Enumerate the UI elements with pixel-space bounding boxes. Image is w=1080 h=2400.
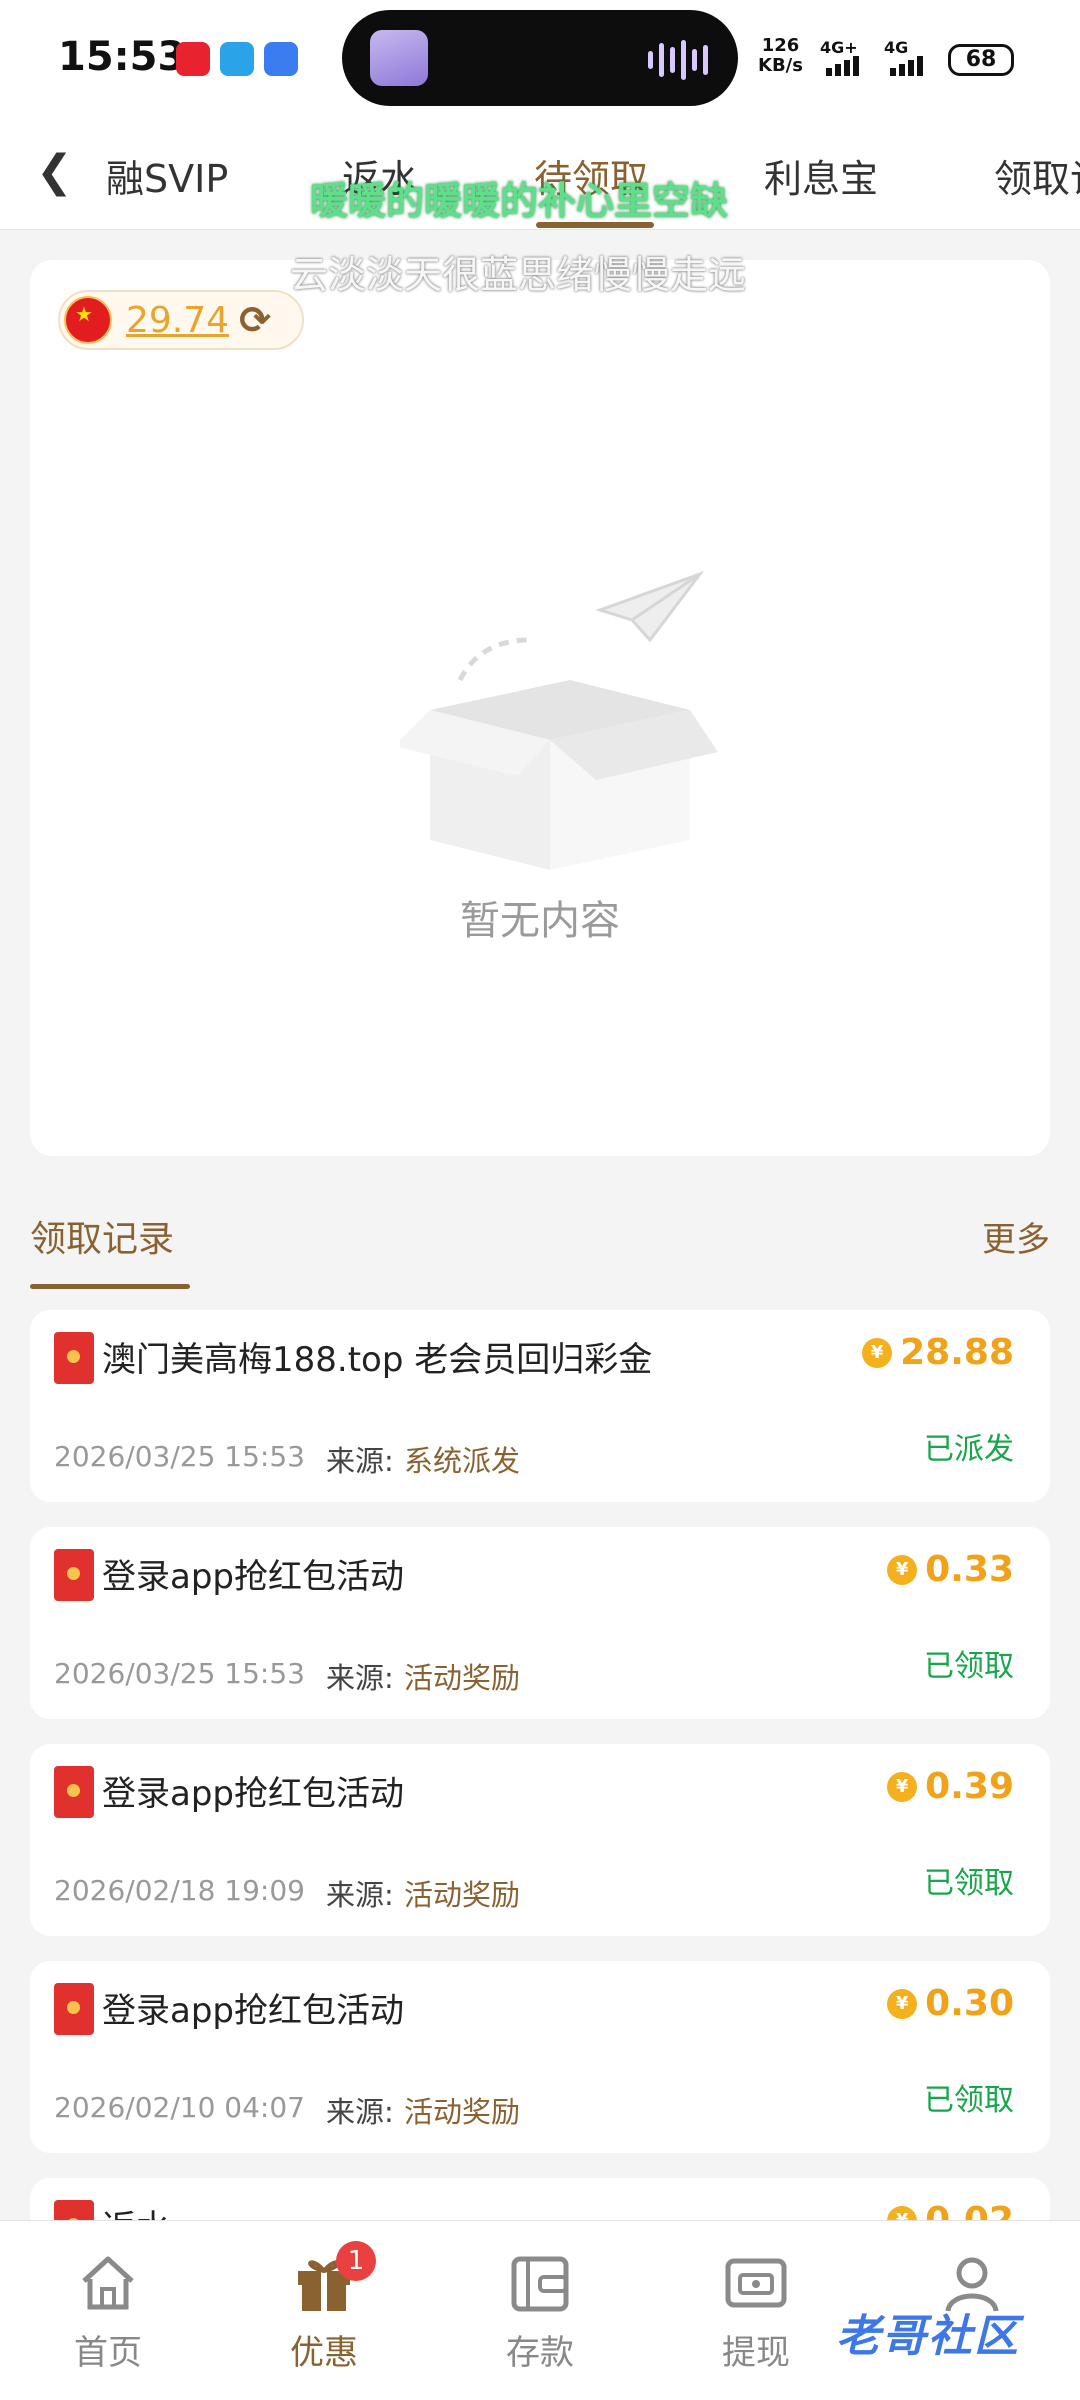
network-speed: 126 KB/s xyxy=(758,36,803,76)
nav-deposit-label: 存款 xyxy=(506,2333,574,2373)
record-date: 2026/02/18 19:09 xyxy=(54,1874,305,1907)
nav-deposit[interactable]: 存款 xyxy=(470,2251,610,2374)
record-amount: ¥0.33 xyxy=(887,1549,1014,1590)
nav-home-label: 首页 xyxy=(74,2333,142,2373)
status-time: 15:53 xyxy=(58,34,186,80)
coin-icon: ¥ xyxy=(862,1337,893,1368)
record-name: 登录app抢红包活动 xyxy=(102,1991,404,2031)
record-date: 2026/02/10 04:07 xyxy=(54,2091,305,2124)
record-amount: ¥0.39 xyxy=(887,1766,1014,1807)
telegram-icon xyxy=(220,42,254,76)
nav-home[interactable]: 首页 xyxy=(38,2251,178,2374)
audio-wave-icon xyxy=(648,40,708,80)
lyric-line-2: 云淡淡天很蓝思绪慢慢走远 xyxy=(290,253,747,297)
balance-value[interactable]: 29.74 xyxy=(126,300,229,341)
record-item[interactable]: 登录app抢红包活动 ¥0.39 2026/02/18 19:09 来源: 活动… xyxy=(30,1744,1050,1936)
record-amount: ¥28.88 xyxy=(862,1332,1014,1373)
network-speed-value: 126 xyxy=(761,35,800,56)
lyric-line-1: 暖暖的暖暖的补心里空缺 xyxy=(310,179,729,223)
record-item[interactable]: 澳门美高梅188.top 老会员回归彩金 ¥28.88 2026/03/25 1… xyxy=(30,1310,1050,1502)
tab-interest[interactable]: 利息宝 xyxy=(764,148,878,203)
notification-badge: 1 xyxy=(336,2241,376,2281)
netease-music-icon xyxy=(176,42,210,76)
records-more-link[interactable]: 更多 xyxy=(982,1212,1050,1261)
record-name: 登录app抢红包活动 xyxy=(102,1557,404,1597)
record-source-label: 来源: xyxy=(326,1661,394,1695)
nav-promotions-label: 优惠 xyxy=(290,2333,358,2373)
record-date: 2026/03/25 15:53 xyxy=(54,1440,305,1473)
sim1-label: 4G+ xyxy=(820,38,858,57)
coin-icon: ¥ xyxy=(887,1988,918,2019)
record-source-label: 来源: xyxy=(326,1878,394,1912)
record-amount-value: 28.88 xyxy=(900,1332,1014,1373)
china-flag-icon: ★ xyxy=(64,296,112,344)
coin-icon: ¥ xyxy=(887,1771,918,1802)
record-source: 活动奖励 xyxy=(404,2095,521,2129)
red-envelope-icon xyxy=(54,1983,94,2035)
record-status: 已领取 xyxy=(924,1649,1014,1684)
coin-icon: ¥ xyxy=(887,1554,918,1585)
record-source-label: 来源: xyxy=(326,2095,394,2129)
record-source: 活动奖励 xyxy=(404,1661,521,1695)
balance-pill[interactable]: ★ 29.74 ⟳ xyxy=(58,290,304,350)
record-source-label: 来源: xyxy=(326,1444,394,1478)
record-amount-value: 0.30 xyxy=(925,1983,1014,2024)
empty-box-icon xyxy=(400,570,718,870)
notification-icons xyxy=(176,42,298,76)
record-name: 登录app抢红包活动 xyxy=(102,1774,404,1814)
record-amount-value: 0.33 xyxy=(925,1549,1014,1590)
empty-state-text: 暂无内容 xyxy=(460,898,620,944)
record-status: 已派发 xyxy=(924,1432,1014,1467)
messenger-icon xyxy=(264,42,298,76)
record-date: 2026/03/25 15:53 xyxy=(54,1657,305,1690)
record-item[interactable]: 登录app抢红包活动 ¥0.30 2026/02/10 04:07 来源: 活动… xyxy=(30,1961,1050,2153)
tab-records[interactable]: 领取记 xyxy=(994,148,1080,203)
nav-promotions[interactable]: 1 优惠 xyxy=(254,2241,394,2374)
record-amount-value: 0.39 xyxy=(925,1766,1014,1807)
record-item[interactable]: 登录app抢红包活动 ¥0.33 2026/03/25 15:53 来源: 活动… xyxy=(30,1527,1050,1719)
network-speed-unit: KB/s xyxy=(758,55,803,76)
dynamic-island[interactable] xyxy=(342,10,738,106)
pending-card: ★ 29.74 ⟳ 暂无内容 xyxy=(30,260,1050,1156)
refresh-icon[interactable]: ⟳ xyxy=(239,298,271,342)
record-source: 活动奖励 xyxy=(404,1878,521,1912)
red-envelope-icon xyxy=(54,1766,94,1818)
nav-withdraw-label: 提现 xyxy=(722,2333,790,2373)
album-art-icon xyxy=(370,30,428,86)
status-bar: 15:53 126 KB/s 4G+ 4G 68 xyxy=(0,0,1080,122)
record-source: 系统派发 xyxy=(404,1444,521,1478)
record-name: 澳门美高梅188.top 老会员回归彩金 xyxy=(102,1340,653,1380)
red-envelope-icon xyxy=(54,1549,94,1601)
nav-withdraw[interactable]: 提现 xyxy=(686,2251,826,2374)
records-title-underline xyxy=(30,1284,190,1289)
tab-svip[interactable]: 融SVIP xyxy=(106,148,228,203)
red-envelope-icon xyxy=(54,1332,94,1384)
records-title: 领取记录 xyxy=(30,1219,175,1260)
sim2-label: 4G xyxy=(884,38,909,57)
wallet-icon xyxy=(511,2256,569,2312)
withdraw-icon xyxy=(725,2258,787,2308)
watermark-logo: 老哥社区 xyxy=(836,2311,1020,2362)
signal-bars-icon xyxy=(826,56,859,76)
battery-icon: 68 xyxy=(948,44,1014,76)
home-icon xyxy=(82,2256,134,2310)
back-arrow-icon[interactable]: ❮ xyxy=(36,146,73,197)
record-status: 已领取 xyxy=(924,2083,1014,2118)
record-status: 已领取 xyxy=(924,1866,1014,1901)
signal-bars-icon xyxy=(890,56,923,76)
record-amount: ¥0.30 xyxy=(887,1983,1014,2024)
